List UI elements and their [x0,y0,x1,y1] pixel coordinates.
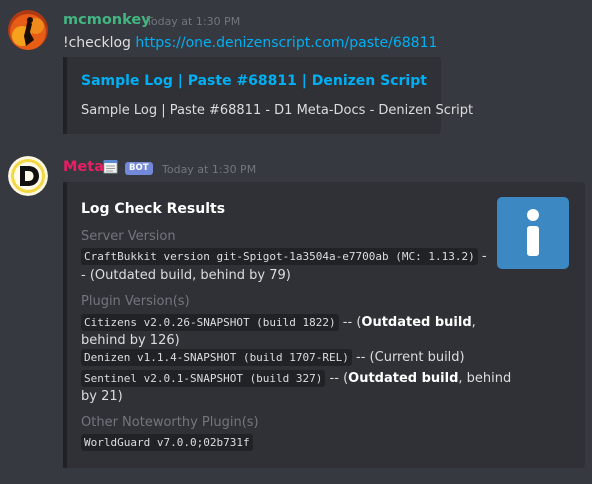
plugin-code: Denizen v1.1.4-SNAPSHOT (build 1707-REL) [81,349,352,366]
plugin-entry-citizens: Citizens v2.0.26-SNAPSHOT (build 1822) -… [81,314,476,332]
avatar-meta-image [8,156,48,196]
field-name-server-version: Server Version [81,229,176,244]
plugin-code: Citizens v2.0.26-SNAPSHOT (build 1822) [81,314,339,331]
plugin-entry-denizen: Denizen v1.1.4-SNAPSHOT (build 1707-REL)… [81,349,465,367]
server-version-line: CraftBukkit version git-Spigot-1a3504a-e… [81,248,487,266]
paste-link[interactable]: https://one.denizenscript.com/paste/6881… [135,35,437,51]
username-meta[interactable]: Meta [63,159,104,175]
plugin-status-pre: -- (Current build) [351,350,465,365]
info-icon [497,197,569,269]
link-embed: Sample Log | Paste #68811 | Denizen Scri… [63,57,473,134]
plugin-code: Sentinel v2.0.1-SNAPSHOT (build 327) [81,370,326,387]
plugin-status-pre: -- ( [338,315,362,330]
field-name-other-plugins: Other Noteworthy Plugin(s) [81,415,259,430]
message-text: !checklog https://one.denizenscript.com/… [63,35,437,51]
plugin-status-pre: -- ( [325,371,349,386]
avatar-mcmonkey[interactable] [8,10,48,50]
plugin-status-bold: Outdated build [348,371,459,386]
message-command: !checklog [63,35,136,51]
plugin-status-post: , behind [458,371,512,386]
server-version-dash: - [477,249,487,264]
field-name-plugin-versions: Plugin Version(s) [81,294,190,309]
message-timestamp: Today at 1:30 PM [162,163,257,176]
plugin-entry-sentinel-cont: by 21) [81,389,123,404]
embed-description: Sample Log | Paste #68811 - D1 Meta-Docs… [81,103,474,118]
avatar-mcmonkey-image [8,10,48,50]
rich-embed: Log Check Results Server Version CraftBu… [63,182,585,468]
avatar-meta[interactable] [8,156,48,196]
server-version-status: - (Outdated build, behind by 79) [81,268,291,283]
message-timestamp: Today at 1:30 PM [146,15,241,28]
bot-badge: BOT [125,162,153,175]
embed-title-link[interactable]: Sample Log | Paste #68811 | Denizen Scri… [81,73,427,89]
other-plugin-line: WorldGuard v7.0.0;02b731f [81,434,253,452]
other-plugin-code: WorldGuard v7.0.0;02b731f [81,434,253,451]
plugin-status-bold: Outdated build [361,315,472,330]
server-version-code: CraftBukkit version git-Spigot-1a3504a-e… [81,248,478,265]
username-mcmonkey[interactable]: mcmonkey [63,12,151,28]
notepad-icon [103,159,118,174]
plugin-status-post: , [471,315,476,330]
embed-title: Log Check Results [81,201,226,217]
plugin-entry-sentinel: Sentinel v2.0.1-SNAPSHOT (build 327) -- … [81,370,511,388]
plugin-entry-citizens-cont: behind by 126) [81,333,180,348]
